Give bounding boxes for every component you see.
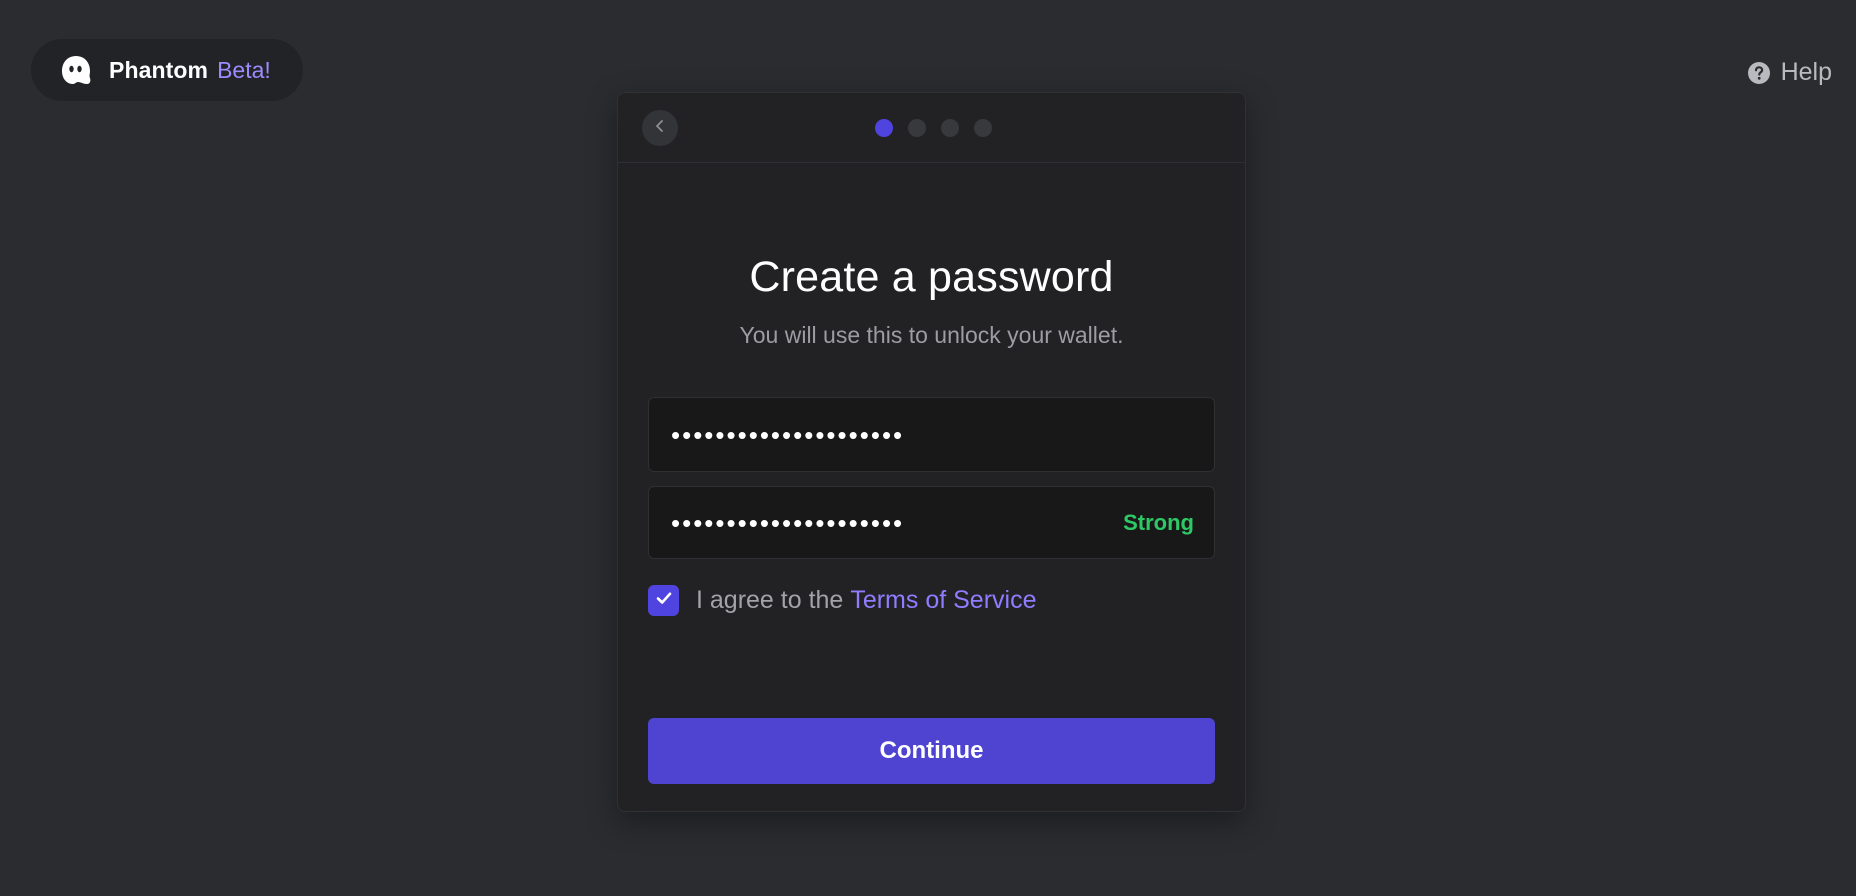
page-title: Create a password (749, 253, 1114, 301)
question-circle-icon (1747, 61, 1771, 85)
card-header (618, 93, 1245, 163)
step-dot-4 (974, 119, 992, 137)
terms-checkbox[interactable] (648, 585, 679, 616)
brand-name: Phantom (109, 56, 209, 83)
brand-beta-badge: Beta! (217, 56, 271, 83)
terms-of-service-link[interactable]: Terms of Service (850, 586, 1036, 615)
confirm-password-input[interactable]: ••••••••••••••••••••• (671, 510, 1123, 536)
page-subtitle: You will use this to unlock your wallet. (739, 322, 1124, 348)
phantom-ghost-icon (59, 53, 93, 87)
terms-agreement: I agree to the Terms of Service (648, 585, 1215, 616)
checkmark-icon (654, 588, 674, 613)
step-dot-3 (941, 119, 959, 137)
continue-button[interactable]: Continue (648, 718, 1215, 784)
agree-text: I agree to the (696, 586, 844, 614)
help-label: Help (1780, 58, 1832, 86)
step-dot-2 (908, 119, 926, 137)
password-strength-label: Strong (1123, 509, 1194, 535)
confirm-password-field[interactable]: ••••••••••••••••••••• Strong (648, 486, 1215, 559)
create-password-card: Create a password You will use this to u… (617, 92, 1246, 812)
brand-pill: Phantom Beta! (31, 39, 303, 101)
help-link[interactable]: Help (1747, 58, 1832, 87)
step-dot-1 (875, 119, 893, 137)
step-indicator (618, 119, 1245, 137)
password-input[interactable]: ••••••••••••••••••••• (671, 422, 1194, 448)
password-field[interactable]: ••••••••••••••••••••• (648, 397, 1215, 472)
card-body: Create a password You will use this to u… (618, 253, 1245, 616)
